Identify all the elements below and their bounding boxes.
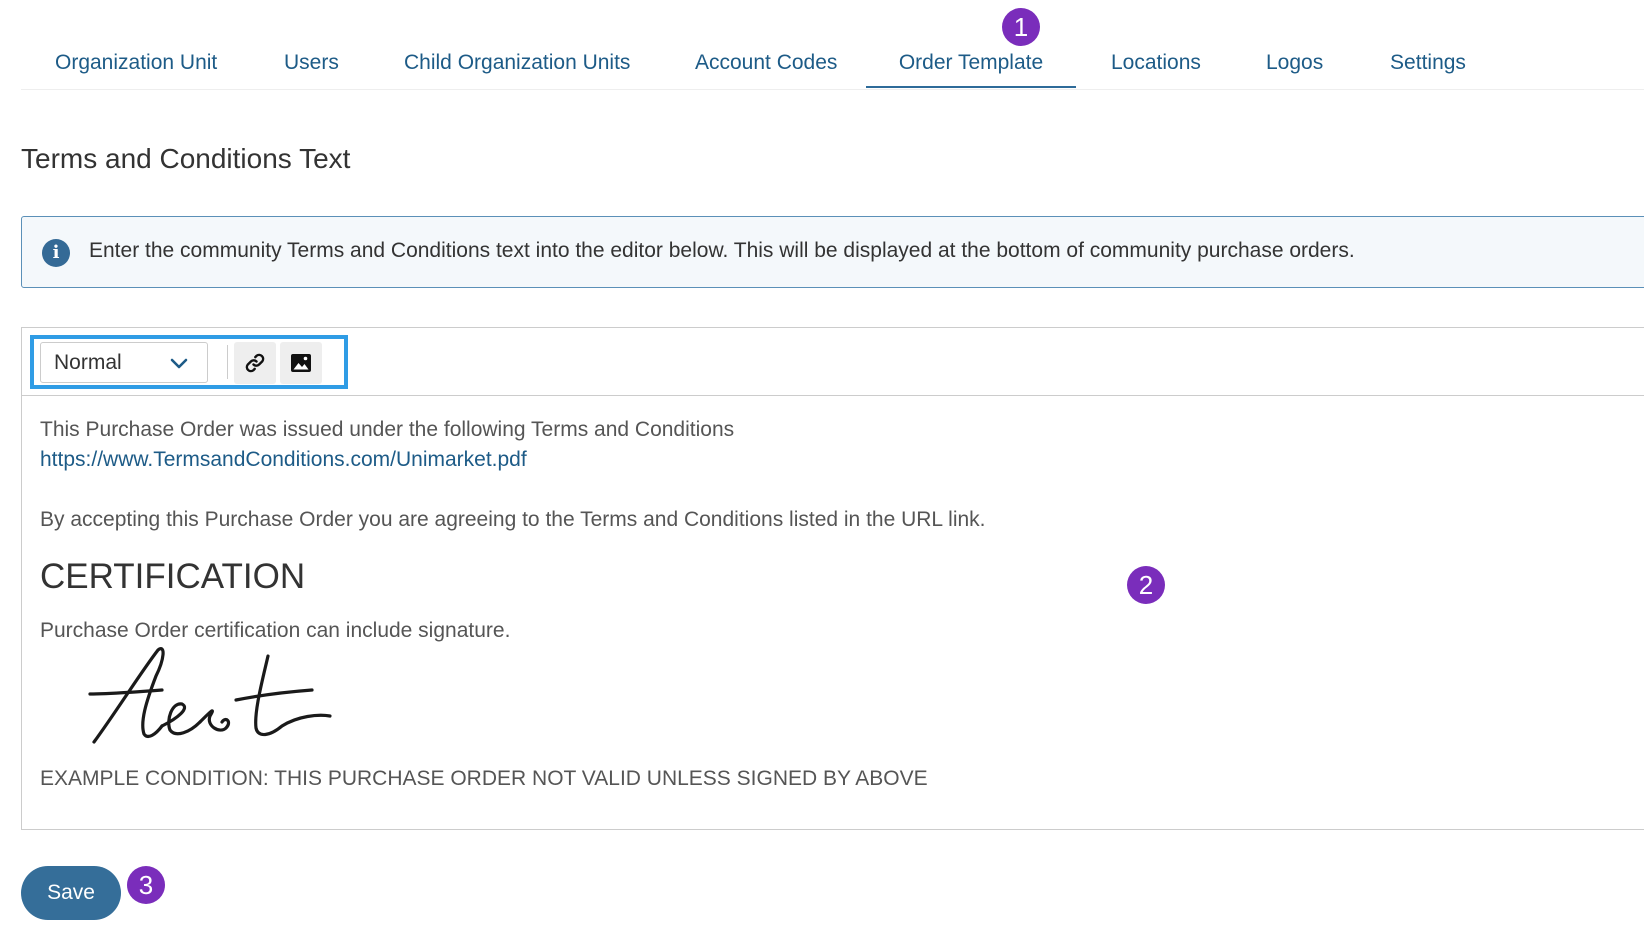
tab-order-template[interactable]: Order Template <box>866 48 1076 88</box>
tab-organization-unit[interactable]: Organization Unit <box>55 48 217 88</box>
format-select-value: Normal <box>54 351 122 374</box>
rich-text-editor: Normal This Purchase Order was issued un… <box>21 327 1644 830</box>
chevron-down-icon <box>170 358 188 369</box>
tab-account-codes[interactable]: Account Codes <box>695 48 837 88</box>
info-text: Enter the community Terms and Conditions… <box>89 239 1355 262</box>
agreement-text: By accepting this Purchase Order you are… <box>40 508 986 531</box>
step-badge-3: 3 <box>127 866 165 904</box>
terms-intro-text: This Purchase Order was issued under the… <box>40 418 735 441</box>
insert-link-button[interactable] <box>234 342 276 384</box>
editor-content[interactable]: This Purchase Order was issued under the… <box>40 395 1644 829</box>
tab-locations[interactable]: Locations <box>1111 48 1201 88</box>
toolbar-divider <box>227 345 228 379</box>
terms-link[interactable]: https://www.TermsandConditions.com/Unima… <box>40 448 527 472</box>
tab-child-organization-units[interactable]: Child Organization Units <box>404 48 630 88</box>
tab-users[interactable]: Users <box>284 48 339 88</box>
editor-toolbar: Normal <box>22 328 1644 396</box>
link-icon <box>245 353 265 373</box>
section-title: Terms and Conditions Text <box>21 143 351 174</box>
info-banner: i Enter the community Terms and Conditio… <box>21 216 1644 288</box>
tab-bar: Organization Unit Users Child Organizati… <box>21 0 1644 90</box>
tab-settings[interactable]: Settings <box>1390 48 1466 88</box>
example-condition-text: EXAMPLE CONDITION: THIS PURCHASE ORDER N… <box>40 767 928 790</box>
save-button[interactable]: Save <box>21 866 121 920</box>
signature-image <box>88 647 332 744</box>
info-icon: i <box>42 239 70 267</box>
tab-logos[interactable]: Logos <box>1266 48 1323 88</box>
certification-text: Purchase Order certification can include… <box>40 619 511 642</box>
insert-image-button[interactable] <box>280 342 322 384</box>
format-select[interactable]: Normal <box>40 342 208 383</box>
step-badge-1: 1 <box>1002 8 1040 46</box>
certification-heading: CERTIFICATION <box>40 557 306 596</box>
image-icon <box>291 354 311 372</box>
